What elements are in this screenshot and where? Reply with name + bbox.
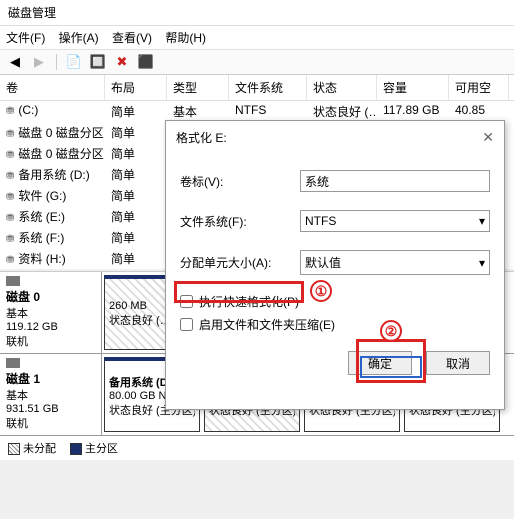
cancel-button[interactable]: 取消 [426, 351, 490, 375]
legend-primary-icon [70, 443, 82, 455]
format-dialog: 格式化 E: ✕ 卷标(V): 文件系统(F): NTFS▾ 分配单元大小(A)… [165, 120, 505, 410]
menu-view[interactable]: 查看(V) [112, 31, 152, 45]
alloc-label: 分配单元大小(A): [180, 254, 300, 271]
fs-select[interactable]: NTFS▾ [300, 210, 490, 232]
header-free[interactable]: 可用空 [449, 75, 509, 100]
window-title: 磁盘管理 [0, 0, 514, 26]
legend: 未分配 主分区 [0, 436, 514, 460]
forward-icon[interactable]: ▶ [30, 53, 48, 71]
list-header: 卷 布局 类型 文件系统 状态 容量 可用空 [0, 75, 514, 101]
header-type[interactable]: 类型 [167, 75, 229, 100]
header-layout[interactable]: 布局 [105, 75, 167, 100]
legend-primary: 主分区 [85, 443, 118, 455]
toolbar: ◀ ▶ 📄 🔲 ✖ ⬛ [0, 50, 514, 75]
refresh-icon[interactable]: 📄 [65, 53, 83, 71]
back-icon[interactable]: ◀ [6, 53, 24, 71]
legend-unalloc-icon [8, 443, 20, 455]
alloc-select[interactable]: 默认值▾ [300, 250, 490, 275]
ok-button[interactable]: 确定 [348, 351, 412, 375]
legend-unalloc: 未分配 [23, 443, 56, 455]
compress-label: 启用文件和文件夹压缩(E) [199, 316, 335, 333]
header-fs[interactable]: 文件系统 [229, 75, 307, 100]
chevron-down-icon: ▾ [479, 256, 485, 270]
compress-checkbox[interactable] [180, 318, 193, 331]
vol-input[interactable] [300, 170, 490, 192]
fs-label: 文件系统(F): [180, 213, 300, 230]
help-icon[interactable]: ⬛ [137, 53, 155, 71]
table-row[interactable]: (C:)简单基本NTFS状态良好 (…117.89 GB40.85 [0, 101, 514, 122]
vol-label: 卷标(V): [180, 173, 300, 190]
menubar: 文件(F) 操作(A) 查看(V) 帮助(H) [0, 26, 514, 50]
close-icon[interactable]: ✕ [482, 129, 494, 146]
chevron-down-icon: ▾ [479, 214, 485, 228]
header-status[interactable]: 状态 [307, 75, 377, 100]
properties-icon[interactable]: 🔲 [89, 53, 107, 71]
menu-help[interactable]: 帮助(H) [165, 31, 206, 45]
quick-format-label: 执行快速格式化(P) [199, 293, 299, 310]
dialog-title: 格式化 E: [176, 129, 227, 146]
delete-icon[interactable]: ✖ [113, 53, 131, 71]
menu-file[interactable]: 文件(F) [6, 31, 45, 45]
separator [56, 54, 57, 70]
menu-action[interactable]: 操作(A) [59, 31, 99, 45]
quick-format-checkbox[interactable] [180, 295, 193, 308]
header-vol[interactable]: 卷 [0, 75, 105, 100]
header-cap[interactable]: 容量 [377, 75, 449, 100]
